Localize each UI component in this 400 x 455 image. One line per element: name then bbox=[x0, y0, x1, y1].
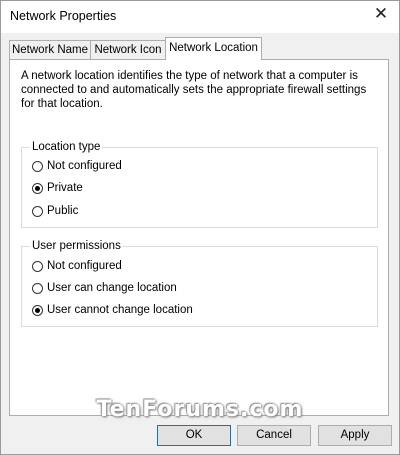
close-icon[interactable]: ✕ bbox=[363, 1, 399, 29]
user-permissions-legend: User permissions bbox=[30, 239, 123, 253]
location-not-configured-option[interactable]: Not configured bbox=[32, 158, 122, 174]
radio-button[interactable] bbox=[32, 182, 43, 194]
tab-network-icon[interactable]: Network Icon bbox=[90, 40, 166, 59]
tab-network-location[interactable]: Network Location bbox=[165, 37, 262, 60]
radio-button[interactable] bbox=[32, 260, 43, 272]
location-public-option[interactable]: Public bbox=[32, 203, 78, 219]
watermark: TenForums.com bbox=[96, 397, 304, 422]
option-label: Public bbox=[47, 205, 79, 217]
user-permissions-group: User permissions Not configured User can… bbox=[21, 239, 378, 327]
ok-button[interactable]: OK bbox=[157, 425, 231, 446]
option-label: Private bbox=[47, 182, 83, 194]
user-can-change-location-option[interactable]: User can change location bbox=[32, 280, 177, 296]
permissions-not-configured-option[interactable]: Not configured bbox=[32, 258, 122, 274]
location-type-group: Location type Not configured Private Pub… bbox=[21, 140, 378, 228]
cancel-button[interactable]: Cancel bbox=[237, 425, 311, 446]
title-bar: Network Properties ✕ bbox=[1, 1, 399, 33]
option-label: User cannot change location bbox=[47, 304, 193, 316]
radio-button[interactable] bbox=[32, 160, 43, 172]
tab-panel bbox=[9, 59, 389, 416]
radio-button[interactable] bbox=[32, 205, 43, 217]
tab-network-name[interactable]: Network Name bbox=[9, 40, 91, 59]
apply-button[interactable]: Apply bbox=[318, 425, 392, 446]
option-label: Not configured bbox=[47, 260, 122, 272]
description-text: A network location identifies the type o… bbox=[21, 70, 367, 110]
location-private-option[interactable]: Private bbox=[32, 180, 83, 196]
radio-button[interactable] bbox=[32, 304, 43, 316]
window-title: Network Properties bbox=[10, 9, 117, 23]
radio-button[interactable] bbox=[32, 282, 43, 294]
option-label: User can change location bbox=[47, 282, 177, 294]
user-cannot-change-location-option[interactable]: User cannot change location bbox=[32, 302, 193, 318]
option-label: Not configured bbox=[47, 160, 122, 172]
location-type-legend: Location type bbox=[30, 140, 103, 154]
